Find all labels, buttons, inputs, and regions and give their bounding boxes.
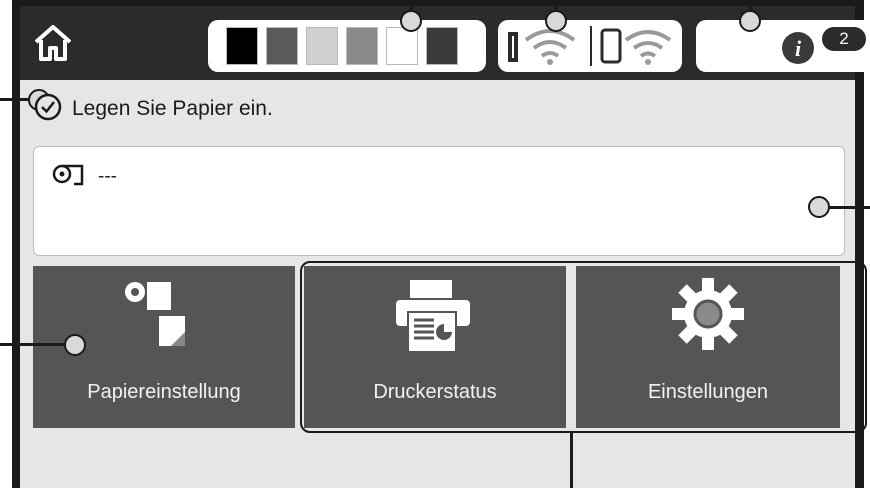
paper-setting-icon <box>125 282 185 346</box>
ink-swatch <box>426 27 458 65</box>
highlight-group-outline <box>300 261 867 433</box>
callout-marker <box>400 10 422 32</box>
ink-swatch <box>346 27 378 65</box>
ink-swatch <box>386 27 418 65</box>
svg-text:i: i <box>795 36 802 61</box>
home-icon <box>34 25 72 61</box>
information-button[interactable]: i 2 <box>696 20 870 72</box>
ink-status-button[interactable] <box>208 20 486 72</box>
callout-marker <box>808 196 830 218</box>
paper-info-panel[interactable] <box>33 146 845 256</box>
network-status-button[interactable] <box>498 20 682 72</box>
ink-swatch <box>266 27 298 65</box>
ink-swatch <box>226 27 258 65</box>
callout-line <box>570 433 573 488</box>
home-button[interactable] <box>28 18 78 68</box>
callout-marker <box>545 10 567 32</box>
info-icon: i <box>782 32 814 64</box>
paper-type-value: --- <box>98 166 117 187</box>
status-message: Legen Sie Papier ein. <box>72 97 273 120</box>
callout-line <box>828 206 870 209</box>
tile-label: Papiereinstellung <box>87 381 241 403</box>
wifi-icon <box>508 26 672 66</box>
checkmark-circle-icon <box>34 93 62 121</box>
callout-marker <box>739 10 761 32</box>
callout-line <box>0 343 66 346</box>
callout-marker <box>64 334 86 356</box>
notification-count-badge: 2 <box>822 27 866 51</box>
ink-swatch <box>306 27 338 65</box>
roll-paper-icon <box>52 164 84 186</box>
